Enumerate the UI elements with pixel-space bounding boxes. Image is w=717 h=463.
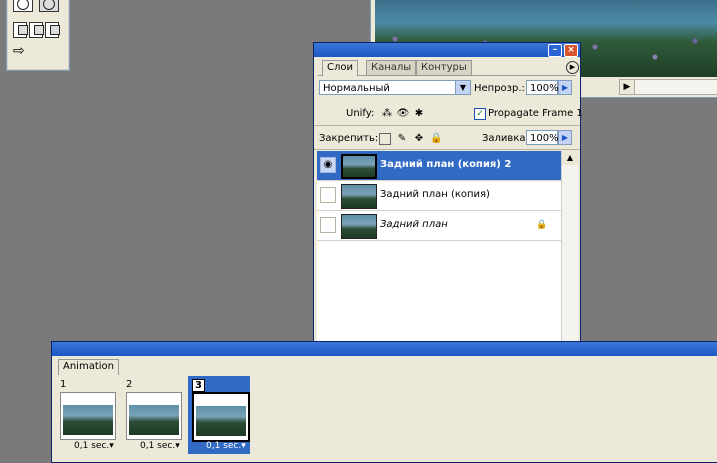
layer-row[interactable]: Задний план (копия) — [317, 181, 561, 211]
layer-thumbnail — [341, 184, 377, 209]
divider — [314, 149, 580, 150]
padlock-icon: 🔒 — [536, 220, 548, 230]
propagate-frame-checkbox[interactable]: ✓ — [474, 108, 486, 120]
fill-slider-arrow-icon[interactable]: ▶ — [558, 130, 572, 145]
tab-paths[interactable]: Контуры — [416, 60, 472, 75]
quick-mask-icon[interactable] — [39, 0, 59, 12]
animation-frame[interactable]: 3 0,1 sec.▾ — [188, 376, 250, 454]
eye-icon[interactable]: ◉ — [320, 157, 336, 173]
standard-mode-icon[interactable] — [13, 0, 33, 12]
layer-list: ◉ Задний план (копия) 2 Задний план (коп… — [317, 151, 561, 341]
minimize-icon[interactable]: – — [548, 44, 562, 57]
frame-thumbnail — [192, 392, 250, 442]
palette-tabs: Слои Каналы Контуры ▶ — [318, 60, 579, 76]
layers-palette: – × Слои Каналы Контуры ▶ Нормальный ▼ Н… — [313, 42, 583, 344]
animation-palette: Animation 1 0,1 sec.▾ 2 0,1 sec.▾ 3 0,1 … — [51, 341, 717, 463]
unify-position-icon[interactable]: ⁂ — [380, 108, 394, 120]
close-icon[interactable]: × — [564, 44, 578, 57]
screen-mode-full-icon[interactable] — [45, 22, 60, 38]
screen-mode-full-menu-icon[interactable] — [29, 22, 44, 38]
palette-title-bar[interactable] — [52, 342, 717, 356]
divider — [314, 125, 580, 126]
blend-mode-value: Нормальный — [323, 83, 390, 94]
blend-mode-select[interactable]: Нормальный ▼ — [319, 80, 471, 95]
frame-delay[interactable]: 0,1 sec.▾ — [206, 441, 246, 451]
lock-all-padlock-icon[interactable]: 🔒 — [430, 133, 442, 145]
frame-number: 2 — [126, 379, 133, 390]
horizontal-scrollbar[interactable]: ▶ — [619, 79, 717, 95]
scroll-right-arrow-icon[interactable]: ▶ — [620, 80, 635, 94]
layer-name: Задний план (копия) — [380, 189, 490, 200]
tab-animation[interactable]: Animation — [58, 359, 119, 375]
frame-delay[interactable]: 0,1 sec.▾ — [140, 441, 180, 451]
layer-thumbnail — [341, 154, 377, 179]
lock-position-move-icon[interactable]: ✥ — [413, 133, 425, 145]
palette-menu-icon[interactable]: ▶ — [566, 61, 579, 74]
fill-label: Заливка: — [482, 133, 529, 144]
frame-thumbnail — [60, 392, 116, 440]
vertical-scrollbar[interactable]: ▲ — [561, 151, 578, 341]
opacity-label: Непрозр.: — [474, 83, 525, 94]
animation-frame[interactable]: 2 0,1 sec.▾ — [122, 376, 184, 454]
frame-thumbnail — [126, 392, 182, 440]
palette-title-bar[interactable]: – × — [314, 43, 580, 57]
layer-row[interactable]: Задний план 🔒 — [317, 211, 561, 241]
tab-channels[interactable]: Каналы — [366, 60, 417, 75]
visibility-toggle[interactable] — [320, 187, 336, 203]
frame-number: 1 — [60, 379, 67, 390]
scroll-up-arrow-icon[interactable]: ▲ — [562, 151, 578, 165]
layer-name: Задний план — [380, 219, 448, 230]
unify-style-icon[interactable]: ✱ — [412, 108, 426, 120]
animation-frame[interactable]: 1 0,1 sec.▾ — [56, 376, 118, 454]
tools-palette: ⇨ — [6, 0, 70, 71]
layer-thumbnail — [341, 214, 377, 239]
lock-transparency-icon[interactable] — [379, 133, 391, 145]
lock-image-brush-icon[interactable]: ✎ — [396, 133, 408, 145]
layer-row[interactable]: ◉ Задний план (копия) 2 — [317, 151, 561, 181]
fill-input[interactable]: 100% — [526, 130, 559, 145]
opacity-input[interactable]: 100% — [526, 80, 559, 95]
chevron-down-icon[interactable]: ▼ — [455, 81, 470, 94]
screen-mode-standard-icon[interactable] — [13, 22, 28, 38]
unify-label: Unify: — [346, 108, 375, 119]
frame-number: 3 — [192, 379, 205, 392]
visibility-toggle[interactable] — [320, 217, 336, 233]
tab-layers[interactable]: Слои — [322, 60, 358, 76]
unify-visibility-icon[interactable]: 👁 — [396, 108, 410, 120]
lock-label: Закрепить: — [319, 133, 379, 144]
layer-name: Задний план (копия) 2 — [380, 159, 512, 170]
jump-to-imageready-icon[interactable]: ⇨ — [13, 44, 41, 58]
propagate-frame-label: Propagate Frame 1 — [488, 108, 583, 119]
frame-delay[interactable]: 0,1 sec.▾ — [74, 441, 114, 451]
opacity-slider-arrow-icon[interactable]: ▶ — [558, 80, 572, 95]
